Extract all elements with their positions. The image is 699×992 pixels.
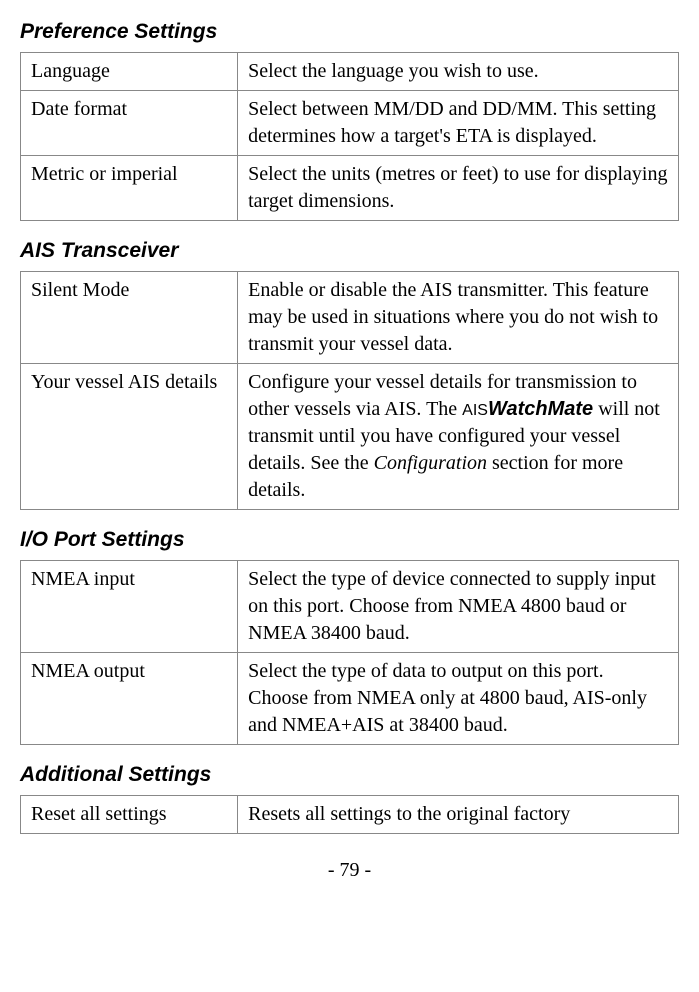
setting-desc: Enable or disable the AIS transmitter. T… — [238, 272, 679, 364]
setting-desc: Resets all settings to the original fact… — [238, 796, 679, 834]
setting-label: Your vessel AIS details — [21, 364, 238, 510]
table-row: Metric or imperial Select the units (met… — [21, 156, 679, 221]
setting-desc: Select between MM/DD and DD/MM. This set… — [238, 91, 679, 156]
table-row: Language Select the language you wish to… — [21, 53, 679, 91]
table-row: Your vessel AIS details Configure your v… — [21, 364, 679, 510]
table-row: NMEA output Select the type of data to o… — [21, 653, 679, 745]
configuration-link-text: Configuration — [374, 452, 487, 474]
additional-settings-heading: Additional Settings — [20, 763, 679, 787]
setting-desc: Select the type of device connected to s… — [238, 561, 679, 653]
setting-desc: Configure your vessel details for transm… — [238, 364, 679, 510]
setting-label: Date format — [21, 91, 238, 156]
setting-desc: Select the units (metres or feet) to use… — [238, 156, 679, 221]
ais-transceiver-heading: AIS Transceiver — [20, 239, 679, 263]
ais-transceiver-table: Silent Mode Enable or disable the AIS tr… — [20, 271, 679, 510]
preference-settings-table: Language Select the language you wish to… — [20, 52, 679, 221]
additional-settings-table: Reset all settings Resets all settings t… — [20, 795, 679, 834]
table-row: Reset all settings Resets all settings t… — [21, 796, 679, 834]
setting-desc: Select the type of data to output on thi… — [238, 653, 679, 745]
setting-label: Reset all settings — [21, 796, 238, 834]
setting-label: Language — [21, 53, 238, 91]
io-port-settings-heading: I/O Port Settings — [20, 528, 679, 552]
setting-label: NMEA input — [21, 561, 238, 653]
setting-label: Metric or imperial — [21, 156, 238, 221]
brand-prefix: AIS — [462, 402, 488, 419]
page-number: - 79 - — [20, 859, 679, 882]
preference-settings-heading: Preference Settings — [20, 20, 679, 44]
setting-desc: Select the language you wish to use. — [238, 53, 679, 91]
table-row: NMEA input Select the type of device con… — [21, 561, 679, 653]
table-row: Date format Select between MM/DD and DD/… — [21, 91, 679, 156]
setting-label: NMEA output — [21, 653, 238, 745]
io-port-settings-table: NMEA input Select the type of device con… — [20, 560, 679, 745]
table-row: Silent Mode Enable or disable the AIS tr… — [21, 272, 679, 364]
brand-name: WatchMate — [488, 398, 593, 420]
setting-label: Silent Mode — [21, 272, 238, 364]
